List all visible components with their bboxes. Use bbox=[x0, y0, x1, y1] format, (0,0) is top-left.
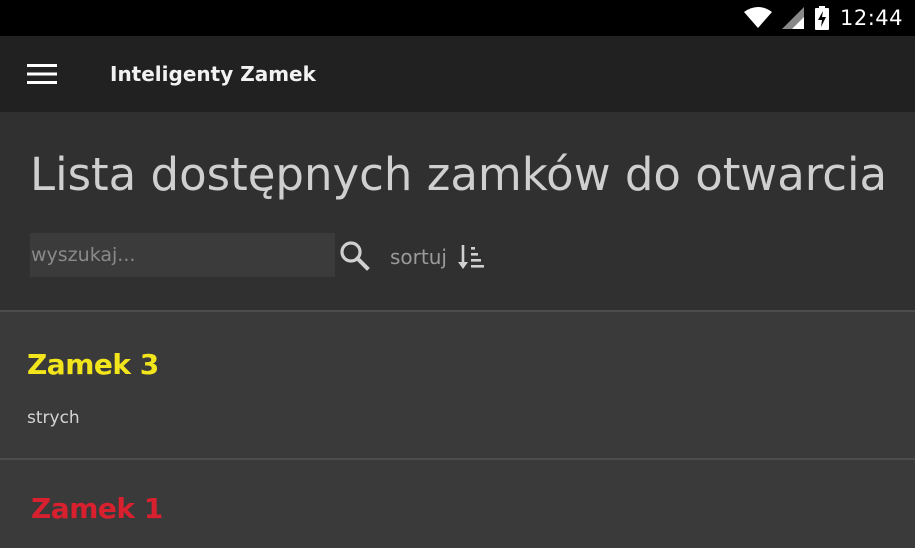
lock-name: Zamek 1 bbox=[31, 492, 163, 525]
sort-label[interactable]: sortuj bbox=[390, 245, 447, 269]
lock-item[interactable]: Zamek 1 bbox=[0, 460, 915, 548]
status-bar: 12:44 bbox=[0, 0, 915, 36]
lock-location: strych bbox=[27, 408, 80, 428]
search-icon bbox=[340, 241, 370, 271]
search-box bbox=[30, 233, 335, 277]
app-title: Inteligenty Zamek bbox=[110, 62, 316, 86]
status-time: 12:44 bbox=[839, 6, 903, 30]
sort-icon bbox=[458, 245, 484, 269]
signal-icon bbox=[781, 7, 804, 29]
wifi-icon bbox=[743, 7, 772, 28]
lock-item[interactable]: Zamek 3 strych bbox=[0, 312, 915, 458]
search-button[interactable] bbox=[338, 239, 372, 273]
lock-name: Zamek 3 bbox=[27, 348, 159, 381]
status-icons: 12:44 bbox=[743, 0, 903, 36]
page-title: Lista dostępnych zamków do otwarcia bbox=[30, 148, 888, 201]
app-bar: Inteligenty Zamek bbox=[0, 36, 915, 112]
search-input[interactable] bbox=[30, 233, 335, 277]
menu-button[interactable] bbox=[22, 56, 62, 92]
hamburger-menu-icon bbox=[27, 64, 57, 84]
header: Lista dostępnych zamków do otwarcia sort… bbox=[0, 112, 915, 310]
sort-button[interactable] bbox=[456, 242, 486, 272]
battery-charging-icon bbox=[814, 6, 829, 30]
